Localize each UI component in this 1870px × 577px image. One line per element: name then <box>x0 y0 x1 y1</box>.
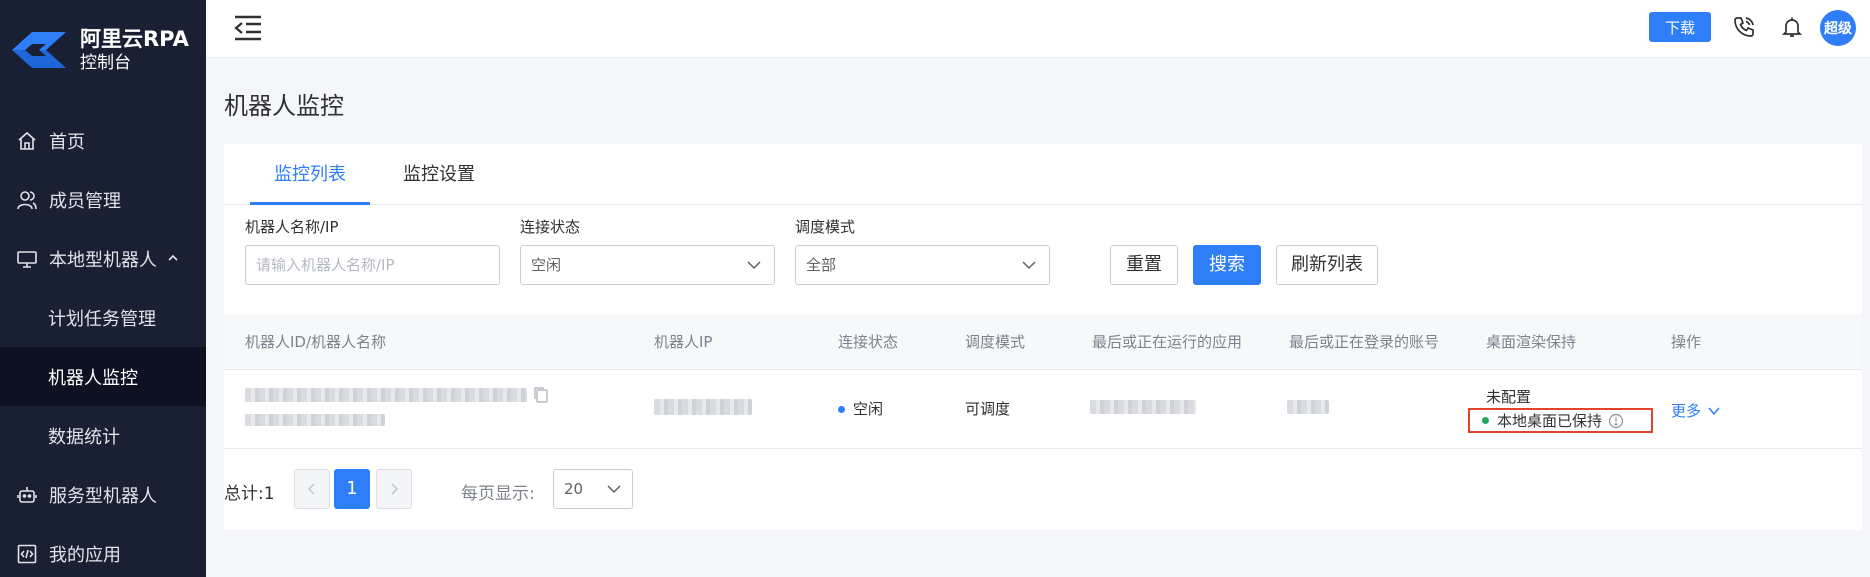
code-icon <box>16 543 38 565</box>
per-page-value: 20 <box>564 480 584 498</box>
last-account-redacted <box>1287 400 1329 414</box>
chevron-right-icon <box>391 483 399 495</box>
sidebar-nav: 首页 成员管理 本地型机器人 计划任务管理 机器人监控 数据统计 服务型机器人 … <box>0 111 206 577</box>
status-dot <box>838 406 845 413</box>
brand-subtitle: 控制台 <box>80 53 131 73</box>
robot-name-input[interactable] <box>245 245 500 285</box>
refresh-list-button[interactable]: 刷新列表 <box>1276 245 1378 285</box>
mode-select[interactable]: 全部 <box>795 245 1050 285</box>
sidebar-item-label: 机器人监控 <box>48 367 138 389</box>
sidebar: 阿里云RPA 控制台 首页 成员管理 本地型机器人 计划任务管理 机器人监控 数… <box>0 0 206 577</box>
sidebar-item-robot-monitor[interactable]: 机器人监控 <box>0 347 206 406</box>
robot-name-redacted <box>245 414 385 426</box>
sidebar-item-statistics[interactable]: 数据统计 <box>0 406 206 465</box>
chevron-up-icon <box>167 248 179 269</box>
tab-monitor-settings[interactable]: 监控设置 <box>394 144 484 205</box>
chevron-down-icon <box>1708 407 1720 415</box>
connection-status-text: 空闲 <box>853 400 884 418</box>
column-header: 桌面渲染保持 <box>1486 333 1577 351</box>
monitor-icon <box>16 248 38 270</box>
page-title: 机器人监控 <box>224 92 344 120</box>
copy-icon[interactable] <box>533 386 549 404</box>
mode-filter-label: 调度模式 <box>795 218 856 236</box>
phone-icon[interactable] <box>1732 15 1756 39</box>
render-config-status: 未配置 <box>1486 388 1532 406</box>
home-icon <box>16 130 38 152</box>
chevron-down-icon <box>1022 261 1036 270</box>
column-header: 机器人IP <box>654 333 713 351</box>
render-keep-text: 本地桌面已保持 <box>1497 412 1603 430</box>
sidebar-item-label: 成员管理 <box>49 190 121 212</box>
sidebar-item-label: 计划任务管理 <box>48 308 156 330</box>
column-header: 连接状态 <box>838 333 899 351</box>
chevron-down-icon <box>607 485 621 494</box>
brand-title: 阿里云RPA <box>80 27 189 51</box>
sidebar-item-service-robot[interactable]: 服务型机器人 <box>0 465 206 524</box>
sidebar-item-label: 我的应用 <box>49 544 121 566</box>
schedule-mode: 可调度 <box>965 400 1011 418</box>
per-page-label: 每页显示: <box>461 484 535 504</box>
column-header: 操作 <box>1671 333 1702 351</box>
last-app-redacted <box>1090 400 1196 414</box>
sidebar-item-schedule-tasks[interactable]: 计划任务管理 <box>0 288 206 347</box>
sidebar-item-home[interactable]: 首页 <box>0 111 206 170</box>
reset-button[interactable]: 重置 <box>1110 245 1178 285</box>
robot-ip-redacted <box>654 399 752 415</box>
column-header: 最后或正在登录的账号 <box>1289 333 1440 351</box>
status-select-value: 空闲 <box>531 256 562 274</box>
page-number-button[interactable]: 1 <box>334 469 370 509</box>
status-filter-label: 连接状态 <box>520 218 581 236</box>
next-page-button[interactable] <box>376 469 412 509</box>
sidebar-item-my-apps[interactable]: 我的应用 <box>0 524 206 577</box>
aliyun-logo-icon <box>12 32 66 68</box>
user-avatar[interactable]: 超级 <box>1820 10 1856 46</box>
sidebar-item-label: 数据统计 <box>48 426 120 448</box>
robot-id-redacted <box>245 388 527 402</box>
status-dot <box>1482 417 1489 424</box>
prev-page-button[interactable] <box>294 469 330 509</box>
tab-monitor-list[interactable]: 监控列表 <box>250 144 370 205</box>
info-circle-icon[interactable] <box>1608 413 1624 429</box>
top-header: 下载 超级 <box>206 0 1870 58</box>
column-header: 机器人ID/机器人名称 <box>245 333 387 351</box>
menu-fold-icon[interactable] <box>232 12 264 44</box>
table-header: 机器人ID/机器人名称 机器人IP 连接状态 调度模式 最后或正在运行的应用 最… <box>224 314 1862 370</box>
more-actions-link[interactable]: 更多 <box>1671 400 1721 421</box>
sidebar-item-label: 服务型机器人 <box>49 485 157 507</box>
render-keep-status: 本地桌面已保持 <box>1468 408 1653 433</box>
sidebar-item-label: 本地型机器人 <box>49 249 157 271</box>
more-actions-label: 更多 <box>1671 402 1702 420</box>
sidebar-item-label: 首页 <box>49 131 85 153</box>
sidebar-item-local-robot[interactable]: 本地型机器人 <box>0 229 206 288</box>
robot-icon <box>16 484 38 506</box>
bell-icon[interactable] <box>1780 15 1804 39</box>
search-button[interactable]: 搜索 <box>1193 245 1261 285</box>
pagination-total: 总计:1 <box>224 484 275 504</box>
chevron-down-icon <box>747 261 761 270</box>
download-button[interactable]: 下载 <box>1649 12 1711 42</box>
column-header: 最后或正在运行的应用 <box>1092 333 1243 351</box>
column-header: 调度模式 <box>965 333 1026 351</box>
name-filter-label: 机器人名称/IP <box>245 218 339 236</box>
per-page-select[interactable]: 20 <box>553 469 633 509</box>
tab-bar: 监控列表 监控设置 <box>224 144 1862 205</box>
table-row: 空闲 可调度 未配置 本地桌面已保持 更多 <box>224 370 1862 449</box>
status-select[interactable]: 空闲 <box>520 245 775 285</box>
sidebar-item-members[interactable]: 成员管理 <box>0 170 206 229</box>
users-icon <box>16 189 38 211</box>
connection-status: 空闲 <box>838 398 883 419</box>
mode-select-value: 全部 <box>806 256 837 274</box>
brand[interactable]: 阿里云RPA 控制台 <box>10 26 189 74</box>
chevron-left-icon <box>307 483 315 495</box>
